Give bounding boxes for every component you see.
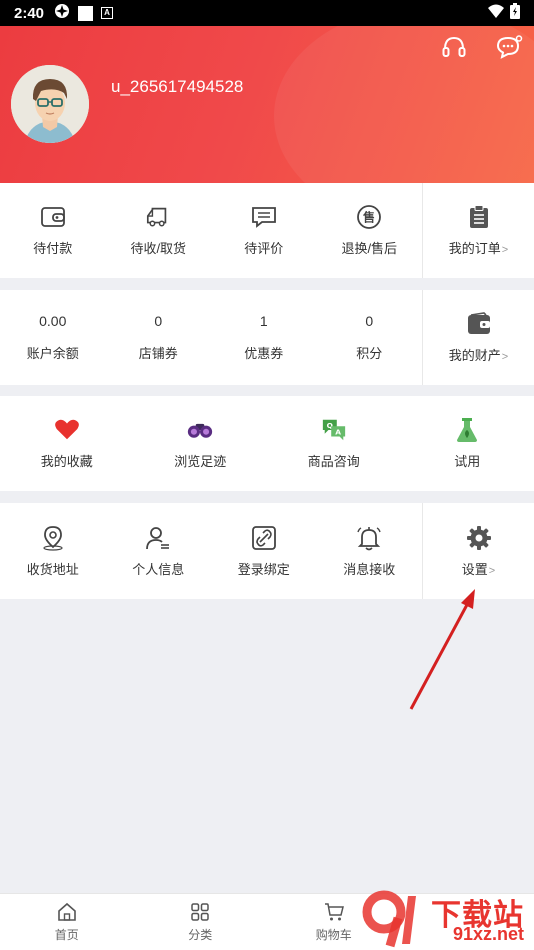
favorites-panel: 我的收藏 浏览足迹 QA 商品咨询 试用	[0, 396, 534, 491]
favorite-item-label: 浏览足迹	[174, 454, 227, 469]
order-after-sale[interactable]: 售 退换/售后	[317, 183, 423, 278]
asset-store-coupon[interactable]: 0 店铺券	[106, 290, 212, 385]
home-icon	[57, 902, 76, 921]
location-pin-icon	[40, 525, 66, 551]
favorite-item-label: 我的收藏	[40, 454, 93, 469]
chevron-right-icon: >	[501, 351, 509, 363]
trial[interactable]: 试用	[401, 396, 534, 491]
my-assets-label: 我的财产	[448, 348, 501, 363]
order-pending-payment[interactable]: 待付款	[0, 183, 106, 278]
watermark-url: 91xz.net	[452, 924, 524, 944]
after-sale-icon: 售	[356, 204, 382, 230]
notification-a-icon: A	[101, 7, 114, 19]
my-orders-label: 我的订单	[448, 241, 501, 256]
browse-history[interactable]: 浏览足迹	[134, 396, 268, 491]
order-item-label: 退换/售后	[341, 241, 398, 256]
binoculars-icon	[187, 417, 213, 443]
my-orders-label-row: 我的订单>	[449, 238, 508, 257]
asset-label: 优惠券	[244, 346, 284, 361]
my-assets-label-row: 我的财产>	[449, 345, 508, 364]
battery-icon	[510, 3, 520, 23]
clipboard-icon	[466, 204, 492, 230]
notification-square-icon	[78, 5, 94, 21]
asset-value: 0	[154, 313, 163, 329]
order-item-label: 待评价	[244, 241, 284, 256]
user-info-icon	[145, 525, 171, 551]
status-time: 2:40	[14, 4, 45, 22]
assets-panel: 0.00 账户余额 0 店铺券 1 优惠券 0 积分 我的财产>	[0, 290, 534, 385]
service-item-label: 个人信息	[132, 561, 185, 577]
my-orders-button[interactable]: 我的订单>	[422, 183, 534, 278]
chevron-right-icon: >	[488, 564, 496, 577]
order-to-review[interactable]: 待评价	[211, 183, 317, 278]
asset-value: 1	[259, 313, 268, 329]
tab-home[interactable]: 首页	[0, 894, 134, 950]
app-notification-icon	[54, 3, 70, 23]
chevron-right-icon: >	[501, 244, 509, 256]
shipping-address[interactable]: 收货地址	[0, 503, 106, 599]
asset-balance[interactable]: 0.00 账户余额	[0, 290, 106, 385]
bell-icon	[356, 525, 382, 551]
service-item-label: 收货地址	[26, 561, 79, 577]
wifi-icon	[488, 4, 504, 22]
cart-icon	[324, 902, 344, 920]
tab-label: 分类	[188, 927, 213, 942]
favorite-item-label: 试用	[454, 454, 481, 469]
service-item-label: 消息接收	[343, 561, 396, 577]
status-bar: 2:40 A	[0, 0, 534, 26]
watermark-logo: 下载站 91xz.net	[360, 890, 530, 948]
purse-icon	[466, 311, 492, 337]
order-item-label: 待付款	[33, 241, 73, 256]
favorite-item-label: 商品咨询	[307, 454, 360, 469]
gear-icon	[466, 525, 492, 551]
asset-value: 0	[365, 313, 374, 329]
asset-value: 0.00	[39, 313, 67, 329]
link-icon	[251, 525, 277, 551]
message-icon[interactable]	[495, 35, 523, 59]
settings-label-row: 设置>	[462, 559, 495, 578]
flask-icon	[454, 417, 480, 443]
customer-service-headset-icon[interactable]	[441, 35, 467, 59]
tab-label: 首页	[54, 927, 79, 942]
svg-text:售: 售	[363, 210, 375, 225]
qa-chat-icon: QA	[321, 417, 347, 443]
asset-label: 积分	[356, 346, 383, 361]
orders-panel: 待付款 待收/取货 待评价 售 退换/售后 我的订单>	[0, 183, 534, 278]
asset-label: 账户余额	[26, 346, 79, 361]
personal-info[interactable]: 个人信息	[106, 503, 212, 599]
truck-icon	[145, 204, 171, 230]
asset-coupon[interactable]: 1 优惠券	[211, 290, 317, 385]
watermark-91-icon	[362, 890, 416, 948]
profile-header: u_265617494528	[0, 26, 534, 183]
comment-icon	[251, 204, 277, 230]
tab-category[interactable]: 分类	[134, 894, 268, 950]
product-consultation[interactable]: QA 商品咨询	[267, 396, 401, 491]
service-item-label: 登录绑定	[237, 561, 290, 577]
asset-label: 店铺券	[138, 346, 178, 361]
asset-points[interactable]: 0 积分	[317, 290, 423, 385]
heart-icon	[54, 417, 80, 443]
login-binding[interactable]: 登录绑定	[211, 503, 317, 599]
svg-text:A: A	[335, 428, 341, 437]
order-to-receive[interactable]: 待收/取货	[106, 183, 212, 278]
my-assets-button[interactable]: 我的财产>	[422, 290, 534, 385]
wallet-icon	[40, 204, 66, 230]
tab-label: 购物车	[315, 927, 352, 942]
grid-icon	[191, 902, 209, 921]
username[interactable]: u_265617494528	[111, 77, 243, 97]
settings-label: 设置	[461, 561, 488, 577]
order-item-label: 待收/取货	[130, 241, 187, 256]
my-favorites[interactable]: 我的收藏	[0, 396, 134, 491]
annotation-arrow	[409, 589, 475, 710]
avatar[interactable]	[11, 65, 89, 143]
